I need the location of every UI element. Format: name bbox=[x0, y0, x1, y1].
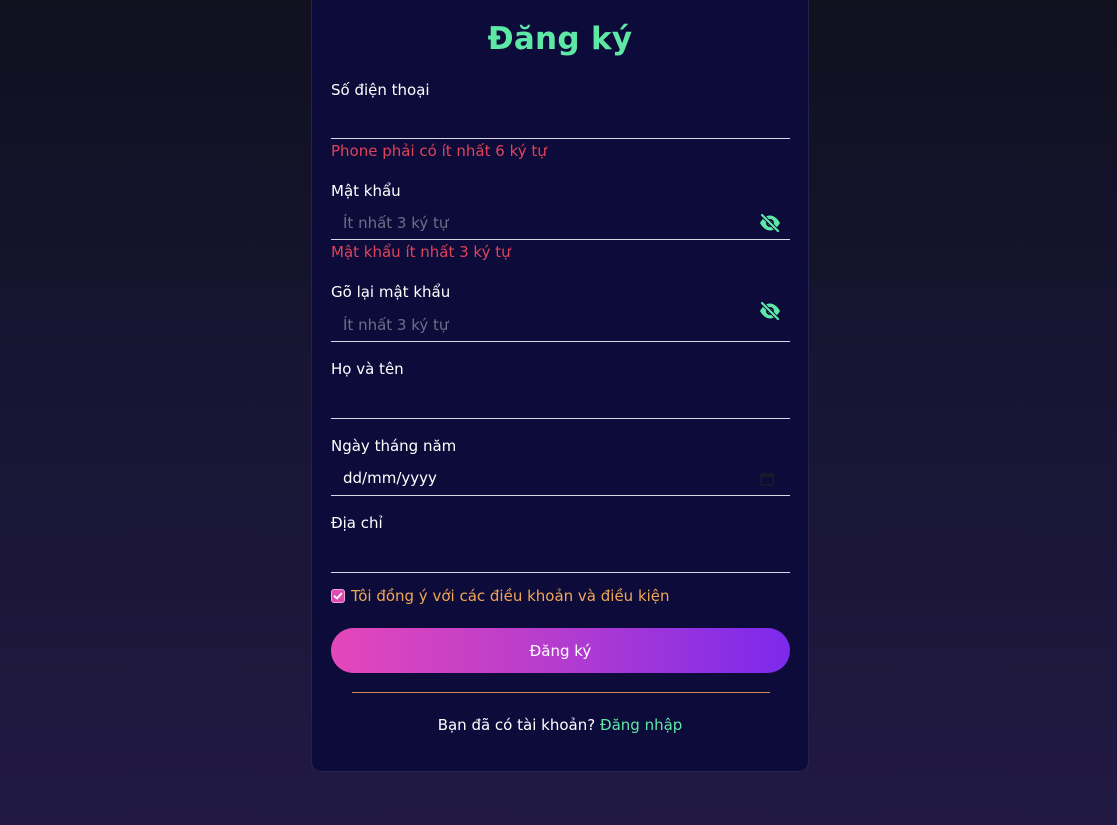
full-name-input[interactable] bbox=[331, 378, 790, 419]
confirm-password-input[interactable]: Ít nhất 3 ký tự bbox=[331, 301, 790, 342]
confirm-password-placeholder: Ít nhất 3 ký tự bbox=[343, 316, 449, 334]
full-name-label: Họ và tên bbox=[331, 360, 404, 378]
phone-field-group: Số điện thoại Phone phải có ít nhất 6 ký… bbox=[331, 81, 790, 161]
eye-off-icon[interactable] bbox=[758, 212, 782, 234]
phone-input[interactable] bbox=[331, 109, 790, 139]
birthday-input[interactable]: dd/mm/yyyy bbox=[331, 455, 790, 496]
full-name-field-group: Họ và tên bbox=[331, 360, 790, 420]
password-placeholder: Ít nhất 3 ký tự bbox=[343, 214, 449, 232]
address-label: Địa chỉ bbox=[331, 514, 383, 532]
login-prompt-text: Bạn đã có tài khoản? bbox=[437, 716, 596, 734]
password-error: Mật khẩu ít nhất 3 ký tự bbox=[331, 243, 511, 261]
register-card: Đăng ký Số điện thoại Phone phải có ít n… bbox=[311, 0, 809, 772]
calendar-icon[interactable] bbox=[760, 471, 774, 486]
phone-error: Phone phải có ít nhất 6 ký tự bbox=[331, 142, 547, 160]
check-icon bbox=[333, 592, 343, 600]
password-input[interactable]: Ít nhất 3 ký tự bbox=[331, 210, 790, 240]
register-button[interactable]: Đăng ký bbox=[331, 628, 790, 673]
phone-label: Số điện thoại bbox=[331, 81, 430, 99]
birthday-label: Ngày tháng năm bbox=[331, 437, 457, 455]
address-field-group: Địa chỉ bbox=[331, 514, 790, 574]
password-label: Mật khẩu bbox=[331, 182, 401, 200]
address-input[interactable] bbox=[331, 532, 790, 573]
agree-row: Tôi đồng ý với các điều khoản và điều ki… bbox=[331, 586, 670, 606]
login-prompt-row: Bạn đã có tài khoản? Đăng nhập bbox=[312, 716, 808, 734]
agree-label[interactable]: Tôi đồng ý với các điều khoản và điều ki… bbox=[351, 587, 670, 605]
divider bbox=[352, 692, 770, 693]
password-field-group: Mật khẩu Ít nhất 3 ký tự Mật khẩu ít nhấ… bbox=[331, 182, 790, 262]
login-link[interactable]: Đăng nhập bbox=[600, 716, 682, 734]
birthday-field-group: Ngày tháng năm dd/mm/yyyy bbox=[331, 437, 790, 497]
page-title: Đăng ký bbox=[487, 21, 633, 57]
birthday-value: dd/mm/yyyy bbox=[343, 469, 437, 487]
confirm-password-field-group: Gõ lại mật khẩu Ít nhất 3 ký tự bbox=[331, 283, 790, 343]
eye-off-icon[interactable] bbox=[758, 300, 782, 322]
agree-checkbox[interactable] bbox=[331, 589, 345, 603]
confirm-password-label: Gõ lại mật khẩu bbox=[331, 283, 451, 301]
register-button-label: Đăng ký bbox=[529, 641, 592, 660]
